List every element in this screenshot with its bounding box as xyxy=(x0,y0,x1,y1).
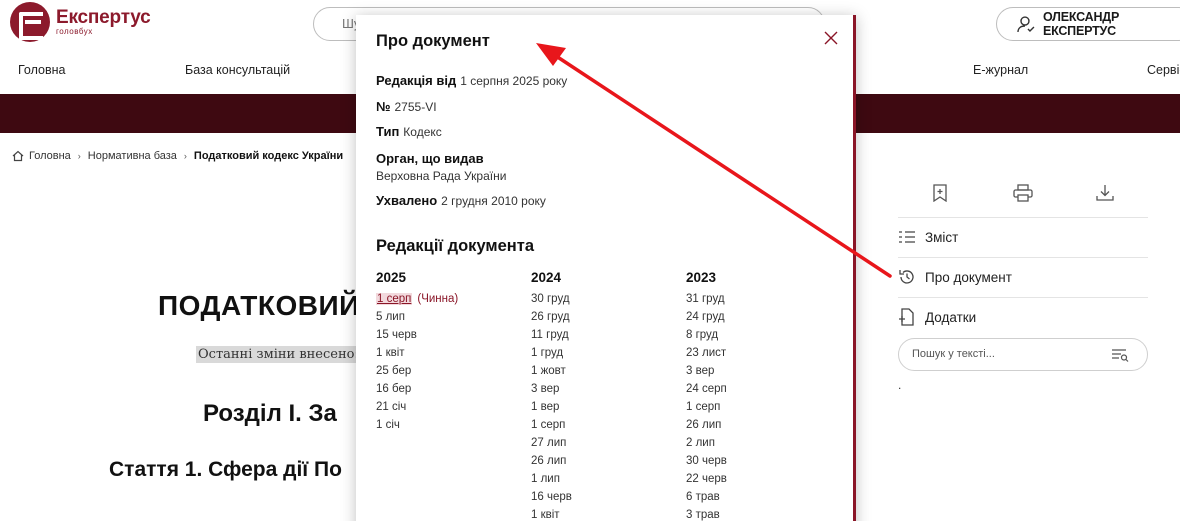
edition-link[interactable]: 30 черв xyxy=(686,452,836,470)
edition-link[interactable]: 1 квіт xyxy=(531,506,681,521)
filter-search-icon[interactable] xyxy=(1111,348,1129,362)
edition-link[interactable]: 24 груд xyxy=(686,308,836,326)
edition-link[interactable]: 23 лист xyxy=(686,344,836,362)
text-search-input[interactable]: Пошук у тексті... xyxy=(898,338,1148,371)
document-article-heading: Стаття 1. Сфера дії По xyxy=(109,458,342,481)
nav-item-consultations[interactable]: База консультацій xyxy=(185,63,290,77)
edition-link[interactable]: 1 груд xyxy=(531,344,681,362)
logo-title: Експертус xyxy=(56,7,151,28)
home-icon xyxy=(12,150,24,162)
editions-year: 2024 xyxy=(531,270,562,285)
nav-item-ejournal[interactable]: Е-журнал xyxy=(973,63,1028,77)
edition-link[interactable]: 1 квіт xyxy=(376,344,526,362)
sidebar-item-attachments[interactable]: Додатки xyxy=(898,298,1148,336)
logo[interactable]: Експертус головбух xyxy=(10,2,151,42)
edition-link[interactable]: 26 груд xyxy=(531,308,681,326)
bookmark-add-icon[interactable] xyxy=(932,184,948,202)
edition-link[interactable]: 8 груд xyxy=(686,326,836,344)
close-icon[interactable] xyxy=(823,30,839,46)
edition-link[interactable]: 11 груд xyxy=(531,326,681,344)
breadcrumb-normative[interactable]: Нормативна база xyxy=(88,150,177,162)
edition-link[interactable]: 27 лип xyxy=(531,434,681,452)
edition-link[interactable]: 1 січ xyxy=(376,416,526,434)
editions-title: Редакції документа xyxy=(376,237,535,255)
breadcrumb-home[interactable]: Головна xyxy=(29,150,71,162)
edition-link[interactable]: 31 груд xyxy=(686,290,836,308)
breadcrumb-current: Податковий кодекс України xyxy=(193,150,344,162)
logo-subtitle: головбух xyxy=(56,27,93,36)
edition-link[interactable]: 1 серп xyxy=(531,416,681,434)
breadcrumb: Головна › Нормативна база › Податковий к… xyxy=(12,150,343,162)
edition-link[interactable]: 1 серп xyxy=(686,398,836,416)
chevron-right-icon: › xyxy=(77,151,81,161)
sidebar-item-contents[interactable]: Зміст xyxy=(898,218,1148,256)
user-account-button[interactable]: ОЛЕКСАНДР ЕКСПЕРТУС xyxy=(996,7,1180,41)
editions-column-2024: 2024 30 груд 26 груд 11 груд 1 груд 1 жо… xyxy=(531,270,681,521)
edition-link[interactable]: 3 трав xyxy=(686,506,836,521)
nav-item-services[interactable]: Сервіс xyxy=(1147,63,1180,77)
user-icon xyxy=(1017,16,1035,33)
meta-type: Тип Кодекс xyxy=(376,124,442,139)
meta-edition: Редакція від 1 серпня 2025 року xyxy=(376,73,568,88)
sidebar-item-about[interactable]: Про документ xyxy=(898,258,1148,296)
edition-link[interactable]: 16 бер xyxy=(376,380,526,398)
edition-link[interactable]: 2 лип xyxy=(686,434,836,452)
edition-link[interactable]: 30 груд xyxy=(531,290,681,308)
editions-year: 2025 xyxy=(376,270,407,285)
about-document-modal: Про документ Редакція від 1 серпня 2025 р… xyxy=(356,15,856,521)
chevron-right-icon: › xyxy=(183,151,187,161)
document-toolbar xyxy=(898,178,1148,218)
edition-link[interactable]: 1 серп (Чинна) xyxy=(376,290,526,308)
editions-year: 2023 xyxy=(686,270,717,285)
document-add-icon xyxy=(899,308,914,326)
edition-link[interactable]: 1 лип xyxy=(531,470,681,488)
edition-link[interactable]: 22 черв xyxy=(686,470,836,488)
edition-link[interactable]: 3 вер xyxy=(531,380,681,398)
edition-link[interactable]: 26 лип xyxy=(531,452,681,470)
print-icon[interactable] xyxy=(1013,184,1033,202)
user-name: ОЛЕКСАНДР ЕКСПЕРТУС xyxy=(1042,10,1120,38)
modal-title: Про документ xyxy=(376,32,490,50)
edition-link[interactable]: 6 трав xyxy=(686,488,836,506)
edition-link[interactable]: 1 вер xyxy=(531,398,681,416)
list-icon xyxy=(899,231,915,243)
edition-link[interactable]: 5 лип xyxy=(376,308,526,326)
history-icon xyxy=(899,270,914,284)
edition-link[interactable]: 3 вер xyxy=(686,362,836,380)
edition-link[interactable]: 16 черв xyxy=(531,488,681,506)
edition-link[interactable]: 24 серп xyxy=(686,380,836,398)
document-title: ПОДАТКОВИЙ xyxy=(158,290,360,321)
document-section-heading: Розділ І. За xyxy=(203,400,337,427)
meta-adopted: Ухвалено 2 грудня 2010 року xyxy=(376,193,546,208)
edition-link[interactable]: 1 жовт xyxy=(531,362,681,380)
current-edition-badge: (Чинна) xyxy=(417,293,459,305)
download-icon[interactable] xyxy=(1096,184,1114,202)
editions-column-2025: 2025 1 серп (Чинна) 5 лип 15 черв 1 квіт … xyxy=(376,270,526,434)
nav-item-home[interactable]: Головна xyxy=(18,63,66,77)
edition-link[interactable]: 26 лип xyxy=(686,416,836,434)
edition-link[interactable]: 25 бер xyxy=(376,362,526,380)
logo-icon xyxy=(10,2,50,42)
meta-number: № 2755-VI xyxy=(376,99,437,114)
meta-issuer: Орган, що видав Верховна Рада України xyxy=(376,151,507,183)
edition-link[interactable]: 21 січ xyxy=(376,398,526,416)
document-last-changes: Останні зміни внесено: 3 xyxy=(196,346,374,363)
editions-column-2023: 2023 31 груд 24 груд 8 груд 23 лист 3 ве… xyxy=(686,270,836,521)
edition-link[interactable]: 15 черв xyxy=(376,326,526,344)
